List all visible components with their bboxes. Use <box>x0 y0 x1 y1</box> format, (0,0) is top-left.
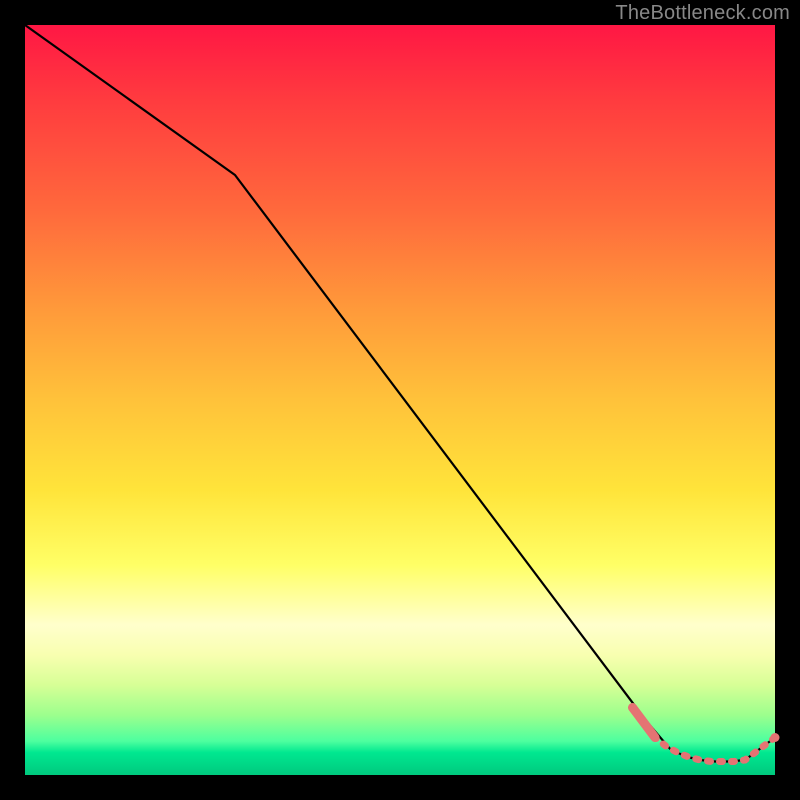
chart-svg <box>25 25 775 775</box>
highlight-dash-path <box>633 708 776 762</box>
highlight-end-dot <box>771 733 780 742</box>
chart-frame: TheBottleneck.com <box>0 0 800 800</box>
bottleneck-curve-path <box>25 25 775 762</box>
highlight-marker-group <box>633 708 780 762</box>
plot-area <box>25 25 775 775</box>
watermark-text: TheBottleneck.com <box>615 2 790 25</box>
